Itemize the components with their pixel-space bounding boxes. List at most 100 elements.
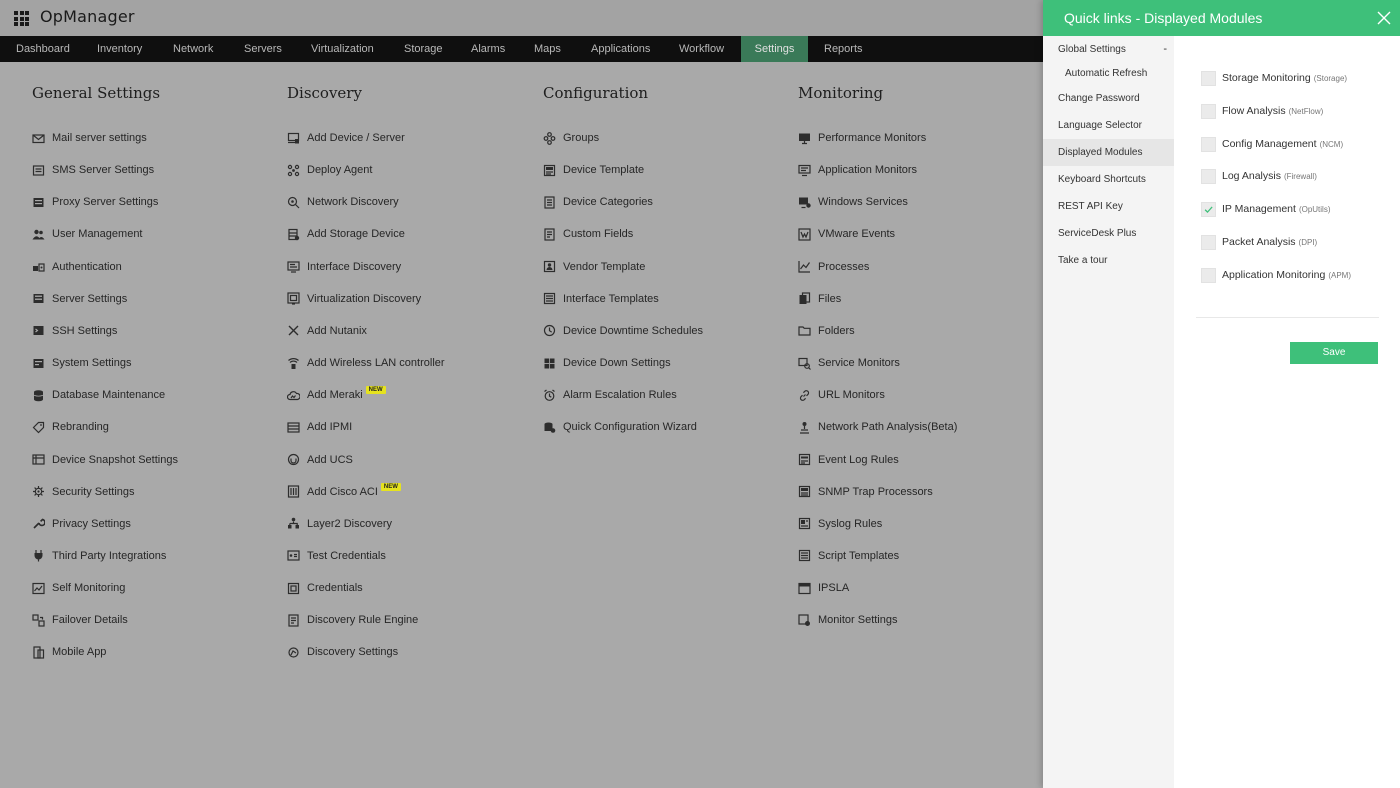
nav-tab-applications[interactable]: Applications (591, 36, 650, 62)
settings-link-add-device-server[interactable]: Add Device / Server (287, 130, 405, 146)
panel-menu-automatic-refresh[interactable]: Automatic Refresh (1043, 60, 1174, 87)
settings-link-failover-details[interactable]: Failover Details (32, 612, 128, 628)
module-checkbox[interactable] (1201, 234, 1216, 250)
settings-link-script-templates[interactable]: Script Templates (798, 548, 899, 564)
panel-menu-take-a-tour[interactable]: Take a tour (1043, 247, 1174, 274)
settings-link-snmp-trap-processors[interactable]: SNMP Trap Processors (798, 484, 933, 500)
collapse-toggle[interactable]: - (1163, 36, 1167, 63)
panel-menu-rest-api-key[interactable]: REST API Key (1043, 193, 1174, 220)
settings-link-service-monitors[interactable]: Service Monitors (798, 355, 900, 371)
settings-link-device-down-settings[interactable]: Device Down Settings (543, 355, 671, 371)
nav-tab-virtualization[interactable]: Virtualization (311, 36, 374, 62)
nav-tab-servers[interactable]: Servers (244, 36, 282, 62)
settings-link-vendor-template[interactable]: Vendor Template (543, 259, 645, 275)
nav-tab-reports[interactable]: Reports (824, 36, 863, 62)
settings-link-add-nutanix[interactable]: Add Nutanix (287, 323, 367, 339)
panel-menu-displayed-modules[interactable]: Displayed Modules (1043, 139, 1174, 166)
settings-link-add-storage-device[interactable]: Add Storage Device (287, 226, 405, 242)
nav-tab-storage[interactable]: Storage (404, 36, 443, 62)
module-checkbox[interactable] (1201, 267, 1216, 283)
module-tag: (APM) (1328, 270, 1351, 280)
settings-link-vmware-events[interactable]: VMware Events (798, 226, 895, 242)
settings-link-monitor-settings[interactable]: Monitor Settings (798, 612, 897, 628)
settings-link-alarm-escalation-rules[interactable]: Alarm Escalation Rules (543, 387, 677, 403)
nav-tab-settings[interactable]: Settings (741, 36, 808, 62)
link-label: Failover Details (52, 614, 128, 627)
settings-link-virtualization-discovery[interactable]: Virtualization Discovery (287, 291, 421, 307)
settings-link-discovery-rule-engine[interactable]: Discovery Rule Engine (287, 612, 418, 628)
settings-link-add-wireless-lan-controller[interactable]: Add Wireless LAN controller (287, 355, 445, 371)
settings-link-interface-templates[interactable]: Interface Templates (543, 291, 659, 307)
settings-link-groups[interactable]: Groups (543, 130, 599, 146)
settings-link-event-log-rules[interactable]: Event Log Rules (798, 452, 899, 468)
panel-menu-language-selector[interactable]: Language Selector (1043, 112, 1174, 139)
settings-link-device-snapshot-settings[interactable]: Device Snapshot Settings (32, 452, 178, 468)
link-label: Virtualization Discovery (307, 292, 422, 305)
brand-logo[interactable]: OpManager (40, 7, 135, 26)
settings-link-layer2-discovery[interactable]: Layer2 Discovery (287, 516, 392, 532)
security-icon (33, 486, 44, 498)
settings-link-custom-fields[interactable]: Custom Fields (543, 226, 633, 242)
settings-link-server-settings[interactable]: Server Settings (32, 291, 127, 307)
module-checkbox[interactable] (1201, 201, 1216, 217)
save-button[interactable]: Save (1290, 342, 1378, 364)
settings-link-quick-configuration-wizard[interactable]: Quick Configuration Wizard (543, 419, 697, 435)
panel-menu-global-settings[interactable]: Global Settings - (1043, 36, 1174, 63)
settings-link-performance-monitors[interactable]: Performance Monitors (798, 130, 926, 146)
settings-link-processes[interactable]: Processes (798, 259, 869, 275)
settings-link-folders[interactable]: Folders (798, 323, 855, 339)
settings-link-interface-discovery[interactable]: Interface Discovery (287, 259, 401, 275)
module-checkbox[interactable] (1201, 103, 1216, 119)
settings-link-ipsla[interactable]: IPSLA (798, 580, 849, 596)
mobile-icon (33, 646, 45, 659)
panel-menu-change-password[interactable]: Change Password (1043, 85, 1174, 112)
settings-link-url-monitors[interactable]: URL Monitors (798, 387, 885, 403)
panel-menu-servicedesk-plus[interactable]: ServiceDesk Plus (1043, 220, 1174, 247)
settings-link-add-cisco-aci[interactable]: Add Cisco ACI NEW (287, 482, 401, 500)
panel-menu-keyboard-shortcuts[interactable]: Keyboard Shortcuts (1043, 166, 1174, 193)
nav-tab-alarms[interactable]: Alarms (471, 36, 505, 62)
event-log-icon (798, 453, 811, 466)
nav-tab-dashboard[interactable]: Dashboard (16, 36, 70, 62)
settings-link-deploy-agent[interactable]: Deploy Agent (287, 162, 372, 178)
settings-link-self-monitoring[interactable]: Self Monitoring (32, 580, 125, 596)
settings-link-ssh-settings[interactable]: SSH Settings (32, 323, 117, 339)
settings-link-system-settings[interactable]: System Settings (32, 355, 131, 371)
settings-link-rebranding[interactable]: Rebranding (32, 419, 109, 435)
nav-tab-maps[interactable]: Maps (534, 36, 561, 62)
settings-link-third-party-integrations[interactable]: Third Party Integrations (32, 548, 166, 564)
nav-tab-network[interactable]: Network (173, 36, 213, 62)
settings-link-mail-server-settings[interactable]: Mail server settings (32, 130, 147, 146)
settings-link-credentials[interactable]: Credentials (287, 580, 363, 596)
close-icon[interactable] (1375, 9, 1393, 27)
settings-link-add-meraki[interactable]: Add Meraki NEW (287, 386, 386, 403)
app-grid-icon[interactable] (14, 11, 29, 26)
settings-link-network-path-analysis-beta[interactable]: Network Path Analysis(Beta) (798, 419, 957, 435)
settings-link-network-discovery[interactable]: Network Discovery (287, 194, 399, 210)
settings-link-files[interactable]: Files (798, 291, 841, 307)
settings-link-sms-server-settings[interactable]: SMS Server Settings (32, 162, 154, 178)
settings-link-user-management[interactable]: User Management (32, 226, 143, 242)
settings-link-discovery-settings[interactable]: Discovery Settings (287, 644, 398, 660)
nav-tab-workflow[interactable]: Workflow (679, 36, 724, 62)
nav-tab-inventory[interactable]: Inventory (97, 36, 142, 62)
settings-link-database-maintenance[interactable]: Database Maintenance (32, 387, 165, 403)
settings-link-mobile-app[interactable]: Mobile App (32, 644, 106, 660)
settings-link-application-monitors[interactable]: Application Monitors (798, 162, 917, 178)
module-checkbox[interactable] (1201, 136, 1216, 152)
settings-link-device-categories[interactable]: Device Categories (543, 194, 653, 210)
settings-link-windows-services[interactable]: Windows Services (798, 194, 908, 210)
settings-link-add-ipmi[interactable]: Add IPMI (287, 419, 352, 435)
settings-link-add-ucs[interactable]: Add UCS (287, 452, 353, 468)
link-label: SMS Server Settings (52, 164, 155, 177)
settings-link-authentication[interactable]: Authentication (32, 259, 122, 275)
settings-link-device-downtime-schedules[interactable]: Device Downtime Schedules (543, 323, 703, 339)
settings-link-privacy-settings[interactable]: Privacy Settings (32, 516, 131, 532)
settings-link-syslog-rules[interactable]: Syslog Rules (798, 516, 882, 532)
settings-link-test-credentials[interactable]: Test Credentials (287, 548, 386, 564)
module-checkbox[interactable] (1201, 168, 1216, 184)
settings-link-proxy-server-settings[interactable]: Proxy Server Settings (32, 194, 158, 210)
settings-link-device-template[interactable]: Device Template (543, 162, 644, 178)
module-checkbox[interactable] (1201, 70, 1216, 86)
settings-link-security-settings[interactable]: Security Settings (32, 484, 135, 500)
